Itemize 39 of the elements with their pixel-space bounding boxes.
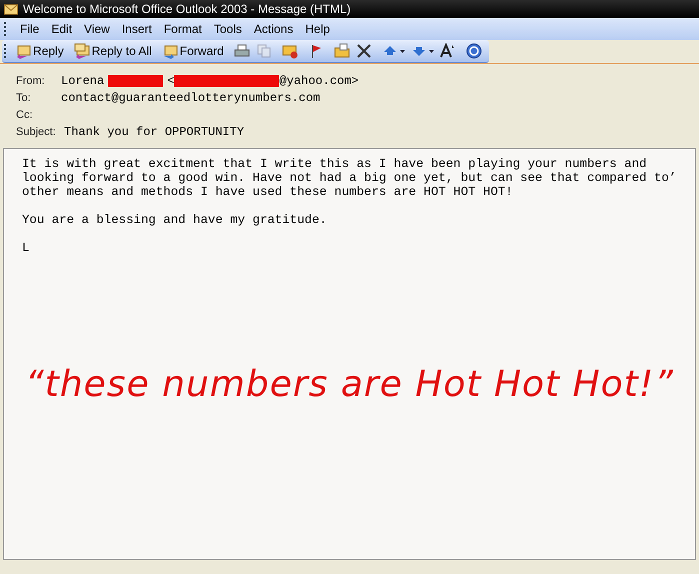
copy-icon: [256, 43, 272, 59]
annotation-text: “these numbers are Hot Hot Hot!”: [25, 364, 674, 405]
menu-item[interactable]: View: [78, 22, 116, 36]
message-paragraph: You are a blessing and have my gratitude.: [22, 213, 328, 227]
recipient-address: contact@guaranteedlotterynumbers.com: [61, 91, 320, 105]
font-size-icon: [440, 43, 456, 59]
caret-icon: [428, 50, 434, 52]
envelope-icon: [282, 43, 298, 59]
envelope-arrow-icon: [162, 43, 178, 59]
delete-icon: [356, 43, 372, 59]
help-icon: [466, 43, 482, 59]
angle-bracket: <: [167, 74, 174, 88]
printer-icon: [234, 43, 250, 59]
forward-button[interactable]: Forward: [158, 41, 227, 61]
envelope-icon: [4, 4, 18, 14]
menu-item[interactable]: Tools: [208, 22, 248, 36]
field-label: To:: [16, 92, 32, 104]
reply-button[interactable]: Reply: [12, 41, 67, 61]
envelope-arrow-icon: [15, 43, 32, 59]
field-label: Subject:: [16, 126, 57, 138]
menu-item[interactable]: Actions: [248, 22, 300, 36]
subject-text: Thank you for OPPORTUNITY: [64, 125, 244, 139]
sender-address: @yahoo.com>: [279, 74, 359, 88]
menu-item[interactable]: Help: [299, 22, 336, 36]
message-paragraph: L: [22, 241, 30, 255]
caret-icon: [400, 50, 405, 52]
menu-item[interactable]: Format: [158, 22, 208, 36]
folder-icon: [334, 43, 350, 59]
sender-name: Lorena: [61, 74, 104, 88]
envelope-arrow-icon: [74, 43, 90, 59]
reply-all-button[interactable]: Reply to All: [70, 41, 155, 61]
field-label: From:: [16, 75, 46, 87]
redaction-mark: [108, 75, 164, 87]
window-title: Welcome to Microsoft Office Outlook 2003 - Message (HTML): [23, 2, 351, 16]
message-paragraph: It is with great excitment that I write this as I have been playing your numbers and looking forward to a good win. Have not had a big one yet, but can see that compared to’ other means and methods I have used these numbers are HOT HOT HOT!: [22, 157, 677, 199]
menu-item[interactable]: Insert: [116, 22, 158, 36]
menu-item[interactable]: Edit: [45, 22, 78, 36]
field-label: Cc:: [16, 109, 34, 121]
menu-item[interactable]: File: [14, 22, 46, 36]
